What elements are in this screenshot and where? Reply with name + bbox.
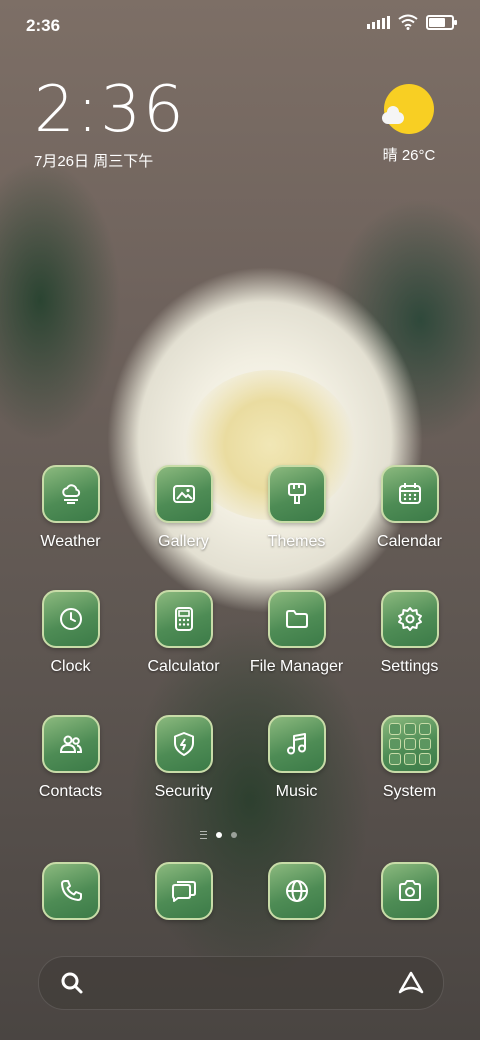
app-icon	[154, 465, 213, 523]
app-label: Contacts	[38, 783, 103, 800]
folder-app-thumb	[388, 753, 401, 765]
dock-camera[interactable]	[353, 862, 466, 920]
app-icon	[41, 715, 100, 773]
dock-icon	[154, 862, 213, 920]
clock-icon	[59, 608, 82, 630]
widget-date: 7月26日 周三下午	[34, 153, 154, 170]
contacts-icon	[59, 735, 82, 753]
gear-icon	[397, 607, 422, 631]
app-clock[interactable]: Clock	[14, 590, 127, 676]
app-themes[interactable]: Themes	[240, 465, 353, 551]
music-note-icon	[286, 733, 306, 755]
dock-messages[interactable]	[127, 862, 240, 920]
clock-widget[interactable]: 2:36 7月26日 周三下午	[34, 78, 186, 171]
app-music[interactable]: Music	[240, 715, 353, 801]
app-icon	[41, 465, 100, 523]
app-icon	[154, 590, 213, 648]
folder-app-thumb	[403, 738, 416, 750]
dock-icon	[41, 862, 100, 920]
folder-app-thumb	[418, 723, 431, 735]
app-icon	[380, 465, 439, 523]
app-label: Calculator	[147, 658, 220, 675]
page-dot	[231, 832, 237, 838]
messages-icon	[171, 881, 196, 902]
status-icons	[367, 14, 457, 30]
app-label: System	[382, 783, 437, 800]
app-icon	[267, 590, 326, 648]
page-indicator-menu	[200, 831, 207, 839]
folder-grid-icon	[388, 723, 431, 765]
app-label: Calendar	[377, 533, 442, 550]
signal-icon	[367, 15, 390, 29]
weather-text: 晴 26°C	[382, 147, 436, 164]
app-system[interactable]: System	[353, 715, 466, 801]
dock-icon	[380, 862, 439, 920]
app-calendar[interactable]: Calendar	[353, 465, 466, 551]
app-label: Security	[154, 783, 213, 800]
folder-app-thumb	[418, 753, 431, 765]
search-bar[interactable]	[38, 956, 444, 1010]
folder-icon	[285, 610, 308, 628]
assistant-icon[interactable]	[397, 970, 425, 996]
app-label: Themes	[267, 533, 326, 550]
camera-icon	[398, 880, 421, 901]
app-label: Clock	[50, 658, 91, 675]
app-icon	[267, 715, 326, 773]
folder-app-thumb	[403, 723, 416, 735]
battery-icon	[426, 14, 457, 30]
search-icon[interactable]	[59, 970, 85, 996]
folder-app-thumb	[418, 738, 431, 750]
app-file-manager[interactable]: File Manager	[240, 590, 353, 676]
app-label: Settings	[380, 658, 439, 675]
app-icon	[380, 715, 439, 773]
app-label: Weather	[40, 533, 101, 550]
app-icon	[154, 715, 213, 773]
app-icon	[380, 590, 439, 648]
app-weather[interactable]: Weather	[14, 465, 127, 551]
shield-icon	[173, 732, 194, 756]
sun-cloud-icon	[382, 84, 434, 134]
themes-brush-icon	[287, 483, 306, 504]
battery-fill	[429, 17, 446, 27]
folder-app-thumb	[388, 738, 401, 750]
page-indicator[interactable]	[200, 831, 237, 839]
app-gallery[interactable]: Gallery	[127, 465, 240, 551]
calculator-icon	[174, 607, 193, 631]
gallery-icon	[172, 485, 195, 503]
weather-widget[interactable]: 晴 26°C	[374, 84, 444, 165]
app-settings[interactable]: Settings	[353, 590, 466, 676]
dock-phone[interactable]	[14, 862, 127, 920]
app-label: Music	[275, 783, 318, 800]
widget-time: 2:36	[34, 73, 186, 147]
browser-globe-icon	[285, 880, 308, 902]
weather-icon	[61, 484, 80, 504]
page-dot-active	[216, 832, 222, 838]
folder-app-thumb	[388, 723, 401, 735]
app-icon	[267, 465, 326, 523]
dock-browser-globe[interactable]	[240, 862, 353, 920]
app-security[interactable]: Security	[127, 715, 240, 801]
app-label: Gallery	[158, 533, 209, 550]
status-bar: 2:36	[0, 0, 480, 50]
folder-app-thumb	[403, 753, 416, 765]
app-contacts[interactable]: Contacts	[14, 715, 127, 801]
app-label: File Manager	[249, 658, 344, 675]
calendar-icon	[398, 483, 421, 504]
dock-icon	[267, 862, 326, 920]
app-icon	[41, 590, 100, 648]
status-time: 2:36	[26, 16, 61, 35]
phone-icon	[60, 880, 82, 901]
wifi-icon	[398, 14, 418, 30]
app-calculator[interactable]: Calculator	[127, 590, 240, 676]
